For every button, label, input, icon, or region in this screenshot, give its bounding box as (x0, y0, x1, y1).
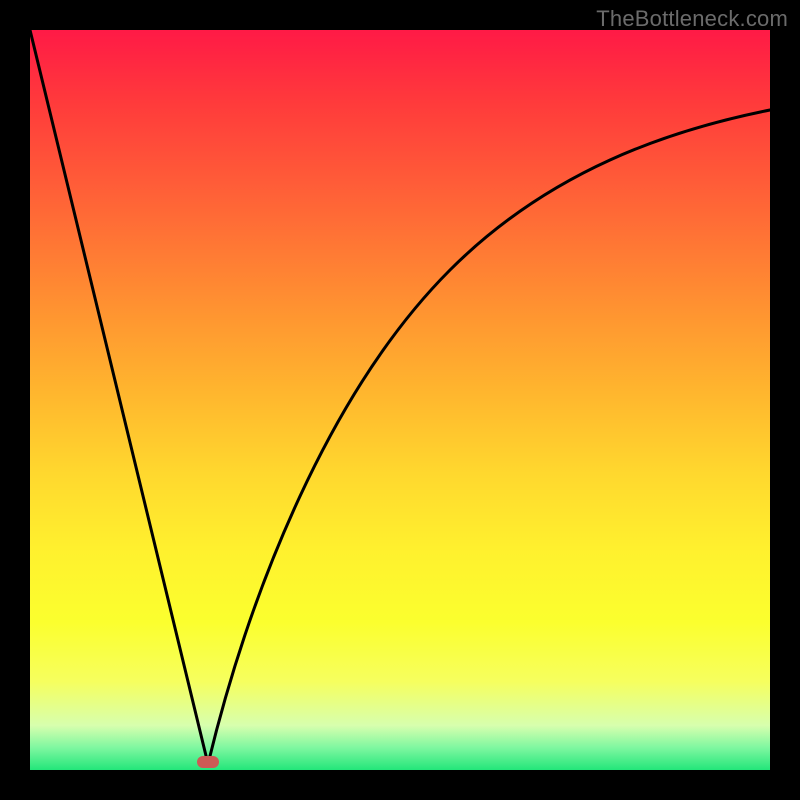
watermark-text: TheBottleneck.com (596, 6, 788, 32)
curve-right-branch (208, 110, 770, 764)
optimal-point-marker (197, 756, 219, 768)
curve-left-branch (30, 30, 208, 764)
bottleneck-curve (30, 30, 770, 770)
plot-area (30, 30, 770, 770)
